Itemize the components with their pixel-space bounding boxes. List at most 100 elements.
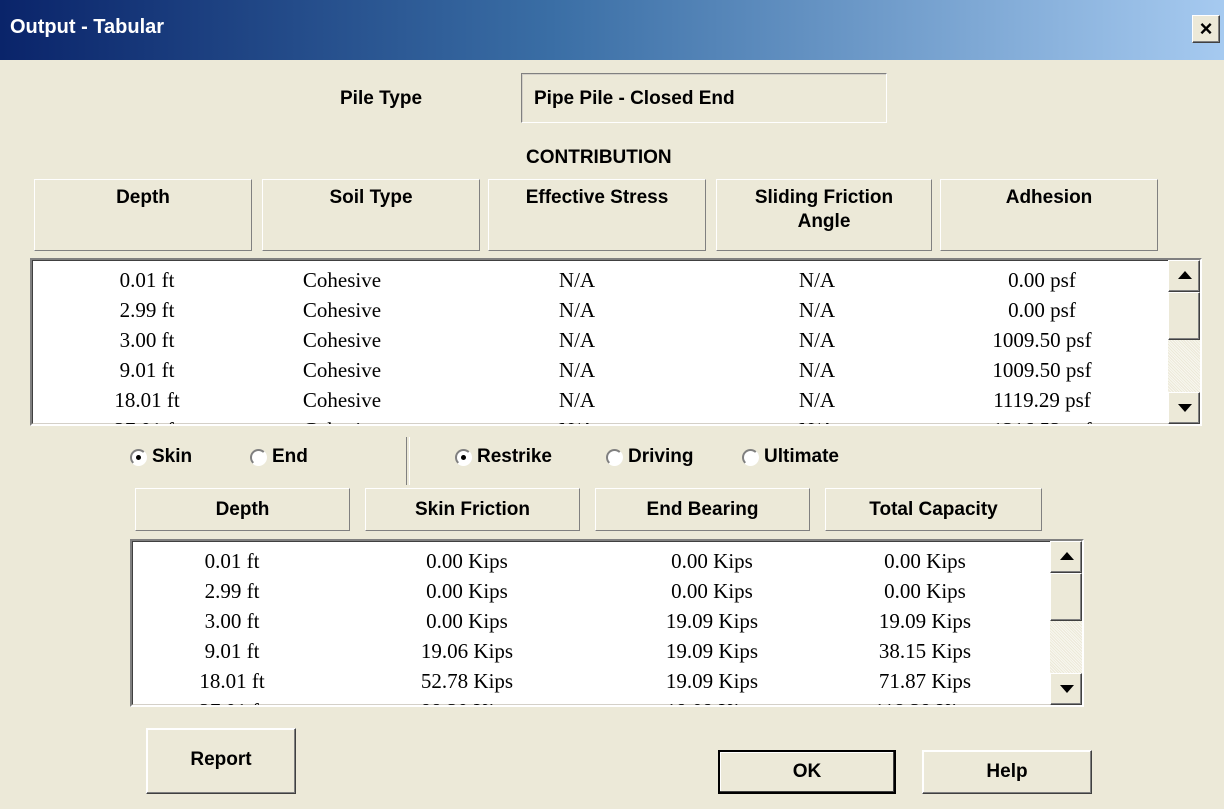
capacity-row[interactable]: 3.00 ft 0.00 Kips 19.09 Kips 19.09 Kips: [132, 607, 1050, 639]
scroll-thumb[interactable]: [1168, 292, 1200, 340]
cell-soil-type: Cohesive: [302, 388, 382, 412]
header-effective-stress: Effective Stress: [488, 179, 706, 251]
cell-depth: 0.01 ft: [119, 268, 175, 292]
cell-adhesion: 1316.53 psf: [962, 418, 1122, 424]
cell-friction-angle: N/A: [798, 328, 836, 352]
cell-effective-stress: N/A: [558, 358, 596, 382]
cell-depth: 9.01 ft: [119, 358, 175, 382]
cell-effective-stress: N/A: [558, 388, 596, 412]
cell-skin-friction: 19.06 Kips: [420, 639, 514, 663]
contribution-row[interactable]: 2.99 ft Cohesive N/A N/A 0.00 psf: [32, 296, 1168, 328]
options-separator: [406, 437, 410, 485]
pile-type-field: Pipe Pile - Closed End: [521, 73, 887, 123]
scroll-thumb[interactable]: [1050, 573, 1082, 621]
cell-depth: 0.01 ft: [204, 549, 260, 573]
cell-friction-angle: N/A: [747, 418, 887, 424]
scroll-up-button[interactable]: [1168, 260, 1200, 292]
cell-skin-friction: 0.00 Kips: [426, 579, 508, 603]
scroll-down-button[interactable]: [1050, 673, 1082, 705]
radio-driving-label: Driving: [628, 446, 694, 467]
window-title: Output - Tabular: [10, 16, 165, 38]
capacity-row[interactable]: 2.99 ft 0.00 Kips 0.00 Kips 0.00 Kips: [132, 577, 1050, 609]
radio-end-circle: [250, 449, 267, 466]
cell-adhesion: 0.00 psf: [1008, 298, 1076, 322]
radio-restrike-circle: [455, 449, 472, 466]
header-soil-type: Soil Type: [262, 179, 480, 251]
cell-depth: 18.01 ft: [199, 669, 265, 693]
title-bar: Output - Tabular ×: [0, 0, 1224, 60]
cell-depth: 27.01 ft: [162, 699, 302, 705]
contribution-scrollbar[interactable]: [1168, 260, 1200, 424]
cell-total-capacity: 19.09 Kips: [878, 609, 972, 633]
radio-end-label: End: [272, 446, 308, 467]
cell-friction-angle: N/A: [798, 358, 836, 382]
cell-friction-angle: N/A: [798, 268, 836, 292]
cell-adhesion: 1009.50 psf: [992, 358, 1092, 382]
header-depth: Depth: [34, 179, 252, 251]
pile-type-label: Pile Type: [340, 88, 423, 109]
contribution-row[interactable]: 18.01 ft Cohesive N/A N/A 1119.29 psf: [32, 386, 1168, 418]
cell-effective-stress: N/A: [558, 328, 596, 352]
cell-skin-friction: 99.30 Kips: [382, 699, 552, 705]
scroll-down-button[interactable]: [1168, 392, 1200, 424]
cell-skin-friction: 0.00 Kips: [426, 549, 508, 573]
scroll-up-button[interactable]: [1050, 541, 1082, 573]
radio-ultimate-circle: [742, 449, 759, 466]
capacity-scrollbar[interactable]: [1050, 541, 1082, 705]
header-total-capacity: Total Capacity: [825, 488, 1042, 531]
arrow-down-icon: [1060, 685, 1074, 693]
cell-soil-type: Cohesive: [302, 298, 382, 322]
report-button[interactable]: Report: [146, 728, 296, 794]
cell-end-bearing: 19.09 Kips: [665, 669, 759, 693]
contribution-title: CONTRIBUTION: [526, 147, 672, 168]
header-end-bearing: End Bearing: [595, 488, 810, 531]
radio-restrike-label: Restrike: [477, 446, 552, 467]
radio-ultimate-label: Ultimate: [764, 446, 839, 467]
contribution-row[interactable]: 3.00 ft Cohesive N/A N/A 1009.50 psf: [32, 326, 1168, 358]
cell-friction-angle: N/A: [798, 298, 836, 322]
cell-soil-type: Cohesive: [302, 358, 382, 382]
cell-soil-type: Cohesive: [267, 418, 417, 424]
cell-total-capacity: 38.15 Kips: [878, 639, 972, 663]
close-button[interactable]: ×: [1192, 15, 1220, 43]
capacity-row[interactable]: 18.01 ft 52.78 Kips 19.09 Kips 71.87 Kip…: [132, 667, 1050, 699]
radio-driving-circle: [606, 449, 623, 466]
cell-end-bearing: 0.00 Kips: [671, 579, 753, 603]
cell-total-capacity: 118.39 Kips: [840, 699, 1010, 705]
cell-depth: 2.99 ft: [204, 579, 260, 603]
radio-selected-dot: [461, 455, 466, 460]
header-sliding-friction-angle: Sliding Friction Angle: [716, 179, 932, 251]
cell-depth: 9.01 ft: [204, 639, 260, 663]
cell-effective-stress: N/A: [507, 418, 647, 424]
cell-skin-friction: 0.00 Kips: [426, 609, 508, 633]
cell-soil-type: Cohesive: [302, 268, 382, 292]
radio-selected-dot: [136, 455, 141, 460]
cell-adhesion: 1119.29 psf: [993, 388, 1091, 412]
contribution-row[interactable]: 0.01 ft Cohesive N/A N/A 0.00 psf: [32, 266, 1168, 298]
capacity-row[interactable]: 9.01 ft 19.06 Kips 19.09 Kips 38.15 Kips: [132, 637, 1050, 669]
cell-skin-friction: 52.78 Kips: [420, 669, 514, 693]
contribution-row[interactable]: 9.01 ft Cohesive N/A N/A 1009.50 psf: [32, 356, 1168, 388]
cell-end-bearing: 19.09 Kips: [665, 609, 759, 633]
capacity-row[interactable]: 27.01 ft 99.30 Kips 19.09 Kips 118.39 Ki…: [132, 697, 1050, 705]
capacity-list[interactable]: 0.01 ft 0.00 Kips 0.00 Kips 0.00 Kips 2.…: [130, 539, 1084, 707]
contribution-list[interactable]: 0.01 ft Cohesive N/A N/A 0.00 psf 2.99 f…: [30, 258, 1202, 426]
header-adhesion: Adhesion: [940, 179, 1158, 251]
pile-type-value: Pipe Pile - Closed End: [534, 88, 735, 109]
header-skin-friction: Skin Friction: [365, 488, 580, 531]
arrow-up-icon: [1060, 552, 1074, 560]
cell-effective-stress: N/A: [558, 298, 596, 322]
cell-total-capacity: 0.00 Kips: [884, 579, 966, 603]
arrow-down-icon: [1178, 404, 1192, 412]
cell-depth: 2.99 ft: [119, 298, 175, 322]
cell-depth: 3.00 ft: [119, 328, 175, 352]
help-button[interactable]: Help: [922, 750, 1092, 794]
cell-depth: 3.00 ft: [204, 609, 260, 633]
cell-end-bearing: 19.09 Kips: [665, 639, 759, 663]
contribution-row[interactable]: 27.01 ft Cohesive N/A N/A 1316.53 psf: [32, 416, 1168, 424]
cell-end-bearing: 0.00 Kips: [671, 549, 753, 573]
capacity-row[interactable]: 0.01 ft 0.00 Kips 0.00 Kips 0.00 Kips: [132, 547, 1050, 579]
ok-button[interactable]: OK: [718, 750, 896, 794]
cell-end-bearing: 19.09 Kips: [627, 699, 797, 705]
cell-total-capacity: 0.00 Kips: [884, 549, 966, 573]
